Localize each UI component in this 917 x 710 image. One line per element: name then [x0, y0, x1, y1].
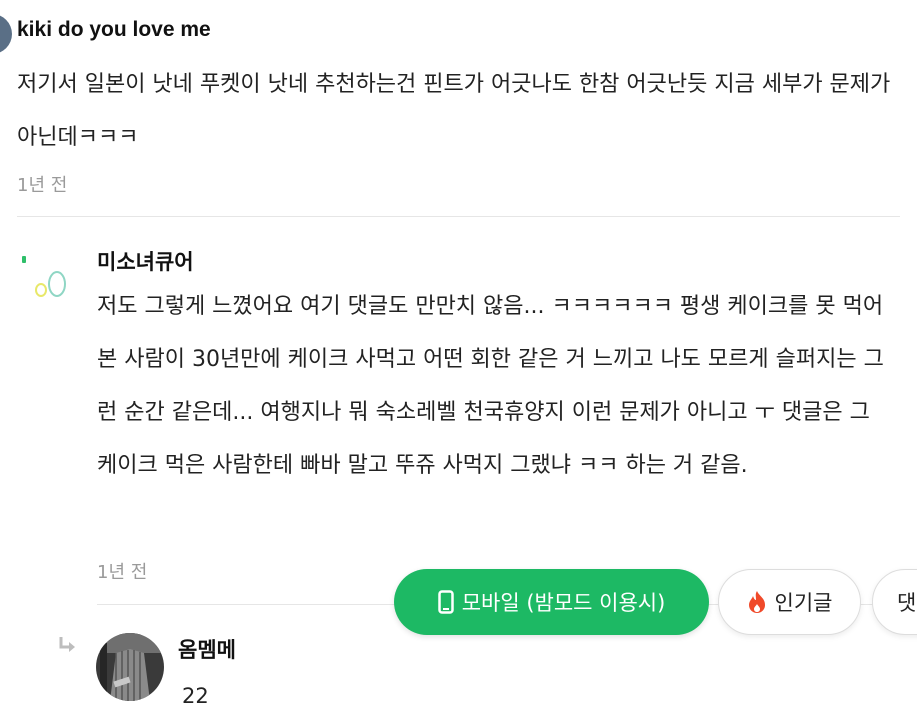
- comment-text: 22: [182, 684, 209, 708]
- comments-button[interactable]: 댓글: [872, 569, 917, 635]
- mobile-button-label: 모바일 (밤모드 이용시): [461, 591, 666, 615]
- phone-icon: [437, 590, 454, 614]
- popular-posts-button[interactable]: 인기글: [718, 569, 861, 635]
- comment-author[interactable]: 미소녀큐어: [97, 246, 194, 276]
- fire-icon: [748, 591, 765, 613]
- popular-button-label: 인기글: [774, 591, 833, 615]
- comment-text: 저도 그렇게 느꼈어요 여기 댓글도 만만치 않음... ㅋㅋㅋㅋㅋㅋ 평생 케…: [97, 294, 884, 478]
- mobile-night-mode-button[interactable]: 모바일 (밤모드 이용시): [394, 569, 709, 635]
- comment-timestamp: 1년 전: [97, 562, 148, 583]
- comment-timestamp: 1년 전: [17, 175, 68, 196]
- comment-text: 저기서 일본이 낫네 푸켓이 낫네 추천하는건 핀트가 어긋나도 한참 어긋난듯…: [17, 72, 891, 150]
- divider: [17, 216, 900, 217]
- reply-arrow-icon: [59, 637, 75, 652]
- comment-thread: kiki do you love me 저기서 일본이 낫네 푸켓이 낫네 추천…: [0, 0, 917, 710]
- commenter-avatar[interactable]: [96, 633, 164, 701]
- comments-button-label: 댓글: [897, 591, 917, 615]
- comment-author[interactable]: kiki do you love me: [17, 18, 211, 42]
- commenter-avatar[interactable]: [0, 14, 12, 54]
- commenter-avatar[interactable]: [22, 250, 70, 302]
- comment-author[interactable]: 옴멤메: [178, 634, 236, 664]
